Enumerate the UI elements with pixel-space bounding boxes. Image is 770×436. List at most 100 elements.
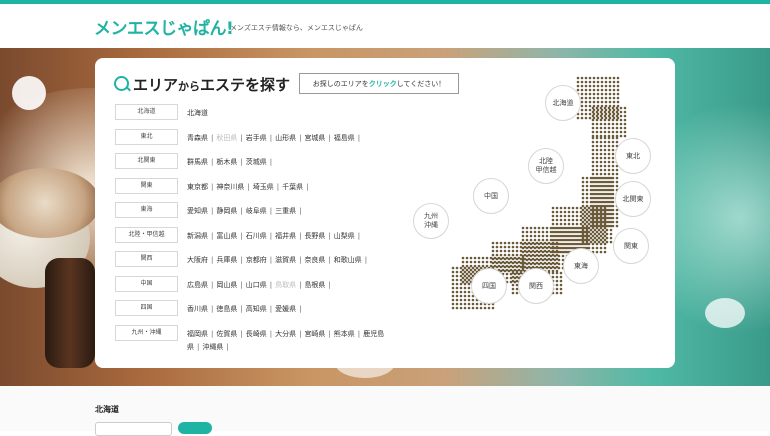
map-dot — [515, 271, 519, 275]
map-dot — [604, 96, 608, 100]
prefecture-link[interactable]: 愛媛県 — [275, 305, 296, 313]
prefecture-link[interactable]: 熊本県 — [334, 330, 355, 338]
prefecture-link[interactable]: 福岡県 — [187, 330, 208, 338]
region-button[interactable]: 北関東 — [115, 153, 178, 169]
map-dot — [609, 180, 613, 184]
map-dot — [593, 208, 597, 212]
map-dot — [607, 126, 611, 130]
region-button[interactable]: 関西 — [115, 251, 178, 267]
map-dot — [609, 196, 613, 200]
prefecture-link[interactable]: 福井県 — [275, 232, 296, 240]
map-region-hokkaido[interactable]: 北海道 — [545, 85, 581, 121]
flower-image — [705, 298, 745, 328]
map-dot — [547, 261, 551, 265]
prefecture-link[interactable]: 山形県 — [275, 134, 296, 142]
prefecture-link[interactable]: 宮城県 — [304, 134, 325, 142]
region-button[interactable]: 北陸・甲信越 — [115, 227, 178, 243]
prefecture-link[interactable]: 東京都 — [187, 183, 208, 191]
map-dot — [473, 264, 477, 268]
region-button[interactable]: 東北 — [115, 129, 178, 145]
map-dot — [463, 274, 467, 278]
prefecture-link[interactable]: 岩手県 — [246, 134, 267, 142]
prefecture-link[interactable]: 三重県 — [275, 207, 296, 215]
map-dot — [567, 206, 571, 210]
map-region-kitakanto[interactable]: 北関東 — [615, 181, 651, 217]
prefecture-link[interactable]: 山口県 — [246, 281, 267, 289]
prefecture-link[interactable]: 岡山県 — [216, 281, 237, 289]
map-dot — [603, 118, 607, 122]
prefecture-link[interactable]: 千葉県 — [282, 183, 303, 191]
prefecture-link[interactable]: 香川県 — [187, 305, 208, 313]
prefecture-link[interactable]: 広島県 — [187, 281, 208, 289]
prefecture-link[interactable]: 高知県 — [246, 305, 267, 313]
prefecture-link[interactable]: 大分県 — [275, 330, 296, 338]
map-dot — [591, 172, 595, 176]
site-logo[interactable]: メンエスじゃぱん! — [94, 14, 234, 39]
map-dot — [611, 114, 615, 118]
map-dot — [608, 96, 612, 100]
prefecture-link[interactable]: 沖縄県 — [202, 343, 223, 351]
prefecture-link[interactable]: 福島県 — [334, 134, 355, 142]
prefecture-link[interactable]: 静岡県 — [216, 207, 237, 215]
prefecture-link[interactable]: 神奈川県 — [216, 183, 244, 191]
map-dot — [599, 160, 603, 164]
prefecture-link[interactable]: 石川県 — [246, 232, 267, 240]
map-dot — [599, 106, 603, 110]
map-dot — [543, 241, 547, 245]
prefecture-link[interactable]: 和歌山県 — [334, 256, 362, 264]
map-dot — [597, 192, 601, 196]
map-dot — [623, 110, 627, 114]
map-dot — [559, 214, 563, 218]
region-button[interactable]: 関東 — [115, 178, 178, 194]
prefecture-link[interactable]: 岐阜県 — [246, 207, 267, 215]
prefecture-select[interactable] — [95, 422, 172, 436]
map-dot — [608, 84, 612, 88]
prefecture-link[interactable]: 山梨県 — [334, 232, 355, 240]
map-dot — [523, 245, 527, 249]
prefecture-link[interactable]: 群馬県 — [187, 158, 208, 166]
map-dot — [589, 176, 593, 180]
map-region-tohoku[interactable]: 東北 — [615, 138, 651, 174]
map-dot — [611, 148, 615, 152]
prefecture-link[interactable]: 大阪府 — [187, 256, 208, 264]
prefecture-link[interactable]: 島根県 — [304, 281, 325, 289]
prefecture-link[interactable]: 栃木県 — [216, 158, 237, 166]
prefecture-link[interactable]: 長野県 — [304, 232, 325, 240]
prefecture-list: 愛知県 | 静岡県 | 岐阜県 | 三重県 | — [187, 205, 397, 218]
map-region-tokai[interactable]: 東海 — [563, 248, 599, 284]
map-region-kansai[interactable]: 関西 — [518, 268, 554, 304]
map-dot — [549, 238, 553, 242]
prefecture-link[interactable]: 佐賀県 — [216, 330, 237, 338]
prefecture-link[interactable]: 北海道 — [187, 109, 208, 117]
map-dot — [477, 260, 481, 264]
region-button[interactable]: 北海道 — [115, 104, 178, 120]
map-dot — [491, 241, 495, 245]
map-region-shikoku[interactable]: 四国 — [471, 268, 507, 304]
prefecture-link[interactable]: 埼玉県 — [253, 183, 274, 191]
section-tab[interactable] — [178, 422, 212, 434]
prefecture-link[interactable]: 奈良県 — [304, 256, 325, 264]
prefecture-link[interactable]: 新潟県 — [187, 232, 208, 240]
prefecture-link[interactable]: 長崎県 — [246, 330, 267, 338]
map-region-hokuriku[interactable]: 北陸 甲信越 — [528, 148, 564, 184]
prefecture-link[interactable]: 徳島県 — [216, 305, 237, 313]
map-dot — [595, 168, 599, 172]
prefecture-link[interactable]: 滋賀県 — [275, 256, 296, 264]
prefecture-link[interactable]: 青森県 — [187, 134, 208, 142]
prefecture-link[interactable]: 茨城県 — [246, 158, 267, 166]
prefecture-link[interactable]: 京都府 — [246, 256, 267, 264]
prefecture-link[interactable]: 兵庫県 — [216, 256, 237, 264]
map-region-kanto[interactable]: 関東 — [613, 228, 649, 264]
region-button[interactable]: 中国 — [115, 276, 178, 292]
region-button[interactable]: 九州・沖縄 — [115, 325, 178, 341]
region-button[interactable]: 四国 — [115, 300, 178, 316]
map-dot — [611, 140, 615, 144]
prefecture-link[interactable]: 富山県 — [216, 232, 237, 240]
prefecture-link[interactable]: 愛知県 — [187, 207, 208, 215]
panel-title-area: エリア — [133, 76, 179, 94]
prefecture-link[interactable]: 宮崎県 — [304, 330, 325, 338]
region-button[interactable]: 東海 — [115, 202, 178, 218]
map-dot — [493, 256, 497, 260]
map-region-kyushu[interactable]: 九州 沖縄 — [413, 203, 449, 239]
map-region-chugoku[interactable]: 中国 — [473, 178, 509, 214]
